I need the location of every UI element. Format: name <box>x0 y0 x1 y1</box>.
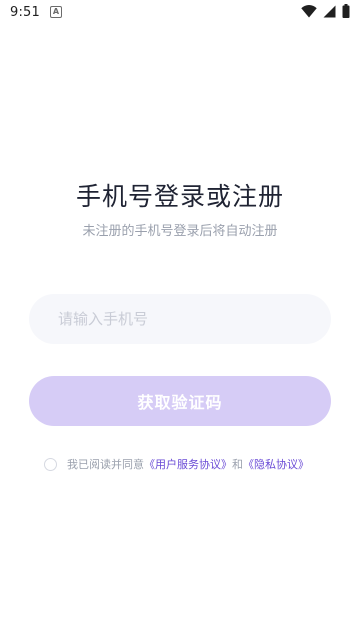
wifi-icon <box>301 3 317 22</box>
page-title: 手机号登录或注册 <box>75 182 284 211</box>
status-right <box>301 3 350 22</box>
notification-a-icon: A <box>50 6 62 18</box>
page-subtitle: 未注册的手机号登录后将自动注册 <box>82 224 278 239</box>
user-agreement-link[interactable]: 《用户服务协议》 <box>144 456 232 472</box>
phone-number-input[interactable] <box>29 294 331 344</box>
status-bar: 9:51 A <box>0 0 360 24</box>
battery-icon <box>342 3 350 22</box>
status-time: 9:51 <box>10 4 40 20</box>
agreement-checkbox[interactable] <box>44 457 57 471</box>
agreement-conjunction-text: 和 <box>232 458 243 471</box>
agreement-prefix-text: 我已阅读并同意 <box>67 458 144 471</box>
cell-signal-icon <box>323 3 336 22</box>
privacy-policy-link[interactable]: 《隐私协议》 <box>243 456 309 472</box>
get-verification-code-button[interactable]: 获取验证码 <box>29 376 331 426</box>
status-left: 9:51 A <box>10 5 62 20</box>
agreement-row: 我已阅读并同意 《用户服务协议》 和 《隐私协议》 <box>44 456 309 472</box>
